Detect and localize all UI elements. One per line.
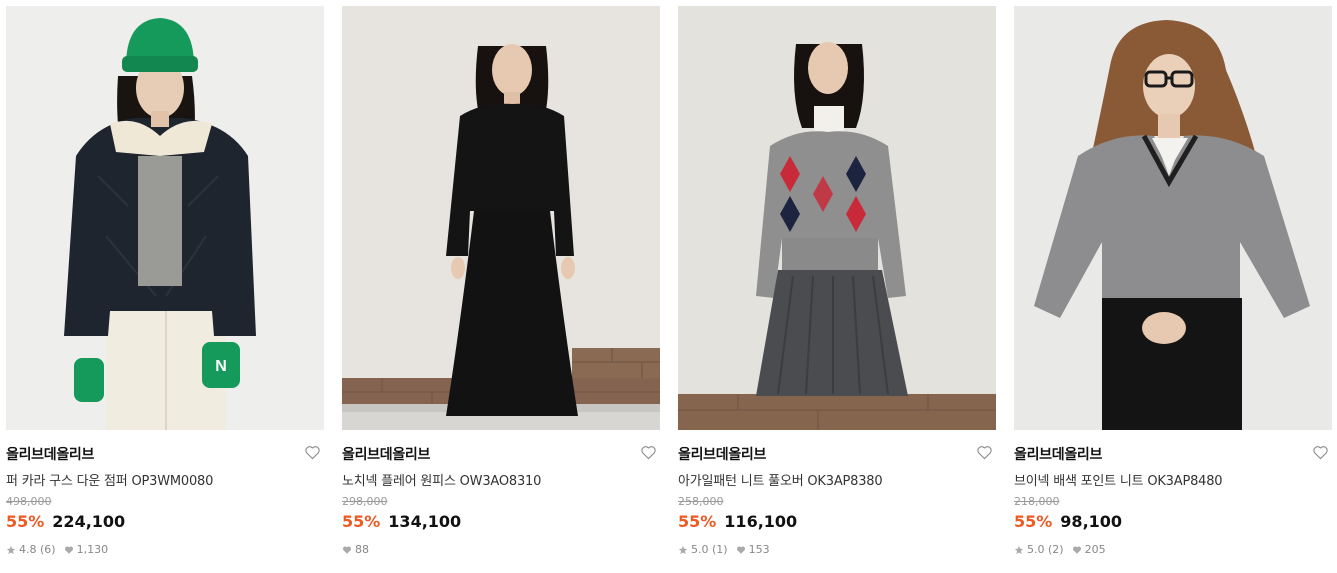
rating-text: 4.8 (6): [19, 543, 56, 556]
rating-text: 5.0 (2): [1027, 543, 1064, 556]
product-image[interactable]: [1014, 6, 1332, 430]
product-image[interactable]: N: [6, 6, 324, 430]
rating-text: 5.0 (1): [691, 543, 728, 556]
product-name[interactable]: 아가일패턴 니트 풀오버 OK3AP8380: [678, 470, 978, 489]
price-row: 55% 224,100: [6, 512, 125, 531]
sale-price: 116,100: [724, 512, 798, 531]
product-name[interactable]: 노치넥 플레어 원피스 OW3AO8310: [342, 470, 642, 489]
heart-filled-icon: [342, 545, 352, 554]
likes-count: 88: [355, 543, 369, 556]
star-icon: [1014, 545, 1024, 554]
likes-count: 1,130: [76, 543, 109, 556]
price-row: 55% 116,100: [678, 512, 797, 531]
product-image[interactable]: [678, 6, 996, 430]
likes: 1,130: [64, 543, 109, 556]
price-row: 55% 98,100: [1014, 512, 1122, 531]
product-meta: 5.0 (1) 153: [678, 543, 770, 556]
star-icon: [678, 545, 688, 554]
brand-name[interactable]: 올리브데올리브: [1014, 444, 1102, 464]
product-meta: 88: [342, 543, 369, 556]
product-name[interactable]: 브이넥 배색 포인트 니트 OK3AP8480: [1014, 470, 1314, 489]
product-photo-argyle-knit: [678, 6, 996, 430]
product-card[interactable]: 올리브데올리브 노치넥 플레어 원피스 OW3AO8310 298,000 55…: [342, 0, 660, 573]
wishlist-heart-icon[interactable]: [976, 445, 994, 461]
wishlist-heart-icon[interactable]: [304, 445, 322, 461]
likes-count: 153: [748, 543, 770, 556]
product-card[interactable]: 올리브데올리브 아가일패턴 니트 풀오버 OK3AP8380 258,000 5…: [678, 0, 996, 573]
wishlist-heart-icon[interactable]: [1312, 445, 1330, 461]
brand-name[interactable]: 올리브데올리브: [342, 444, 430, 464]
price-row: 55% 134,100: [342, 512, 461, 531]
wishlist-heart-icon[interactable]: [640, 445, 658, 461]
discount-rate: 55%: [1014, 512, 1053, 531]
sale-price: 98,100: [1060, 512, 1123, 531]
sale-price: 224,100: [52, 512, 126, 531]
product-photo-down-jacket: N: [6, 6, 324, 430]
likes: 88: [342, 543, 369, 556]
svg-text:N: N: [215, 358, 227, 375]
rating: 5.0 (1): [678, 543, 728, 556]
sale-price: 134,100: [388, 512, 462, 531]
product-name[interactable]: 퍼 카라 구스 다운 점퍼 OP3WM0080: [6, 470, 306, 489]
star-icon: [6, 545, 16, 554]
product-meta: 4.8 (6) 1,130: [6, 543, 108, 556]
product-image[interactable]: [342, 6, 660, 430]
likes: 205: [1072, 543, 1106, 556]
heart-filled-icon: [64, 545, 73, 554]
discount-rate: 55%: [342, 512, 381, 531]
product-card[interactable]: N 올리브데올리브 퍼 카라 구스 다운 점퍼 OP3WM0080 498,00…: [6, 0, 324, 573]
original-price: 498,000: [6, 495, 52, 508]
product-card[interactable]: 올리브데올리브 브이넥 배색 포인트 니트 OK3AP8480 218,000 …: [1014, 0, 1332, 573]
rating: 5.0 (2): [1014, 543, 1064, 556]
original-price: 298,000: [342, 495, 388, 508]
heart-filled-icon: [736, 545, 745, 554]
heart-filled-icon: [1072, 545, 1081, 554]
brand-name[interactable]: 올리브데올리브: [6, 444, 94, 464]
discount-rate: 55%: [6, 512, 45, 531]
original-price: 218,000: [1014, 495, 1060, 508]
product-meta: 5.0 (2) 205: [1014, 543, 1106, 556]
product-grid: N 올리브데올리브 퍼 카라 구스 다운 점퍼 OP3WM0080 498,00…: [0, 0, 1337, 573]
likes: 153: [736, 543, 770, 556]
likes-count: 205: [1084, 543, 1106, 556]
product-photo-black-dress: [342, 6, 660, 430]
brand-name[interactable]: 올리브데올리브: [678, 444, 766, 464]
original-price: 258,000: [678, 495, 724, 508]
discount-rate: 55%: [678, 512, 717, 531]
rating: 4.8 (6): [6, 543, 56, 556]
product-photo-vneck-knit: [1014, 6, 1332, 430]
